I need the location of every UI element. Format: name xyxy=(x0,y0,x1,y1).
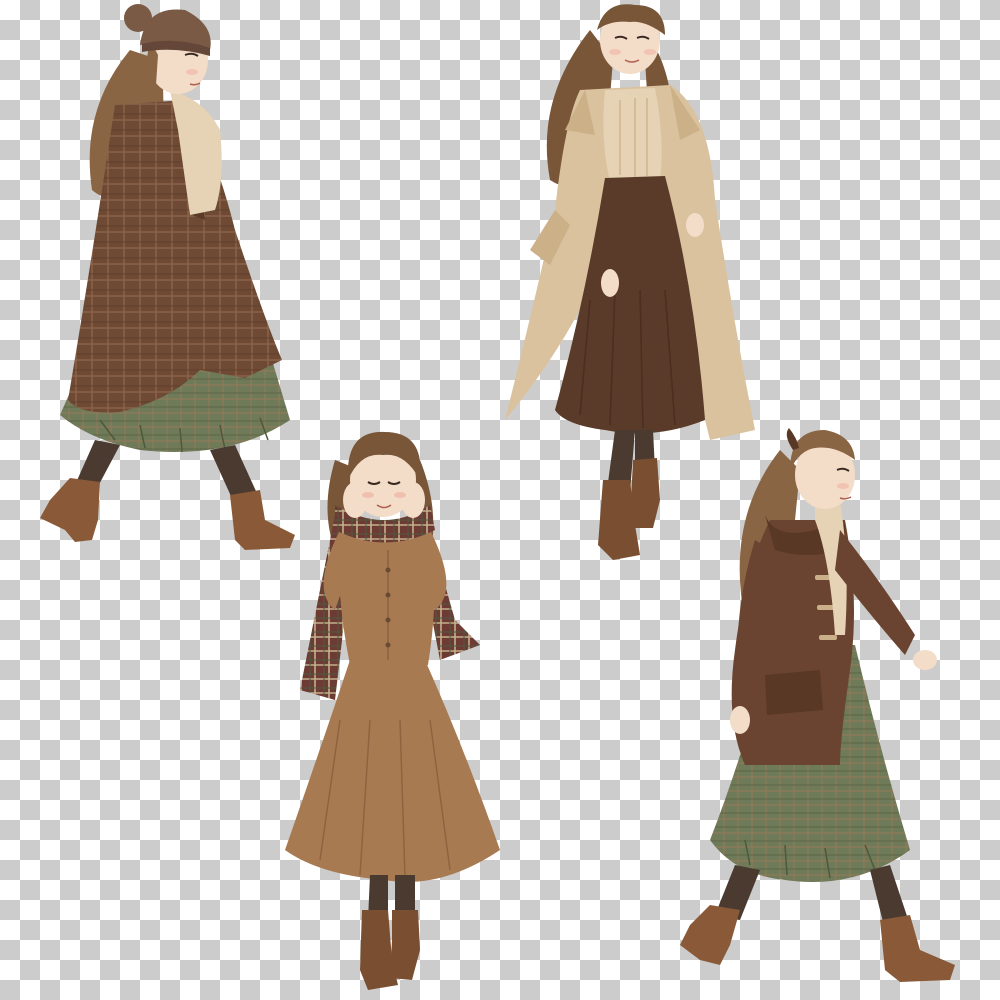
figure-plaid-coat-beanie xyxy=(20,0,310,570)
figure-duffle-coat xyxy=(675,420,965,995)
figure-camel-dress-scarf-illustration xyxy=(285,431,500,990)
figure-camel-dress-scarf xyxy=(280,420,505,995)
figure-duffle-coat-illustration xyxy=(680,428,955,982)
figure-plaid-coat-beanie-illustration xyxy=(40,4,295,550)
